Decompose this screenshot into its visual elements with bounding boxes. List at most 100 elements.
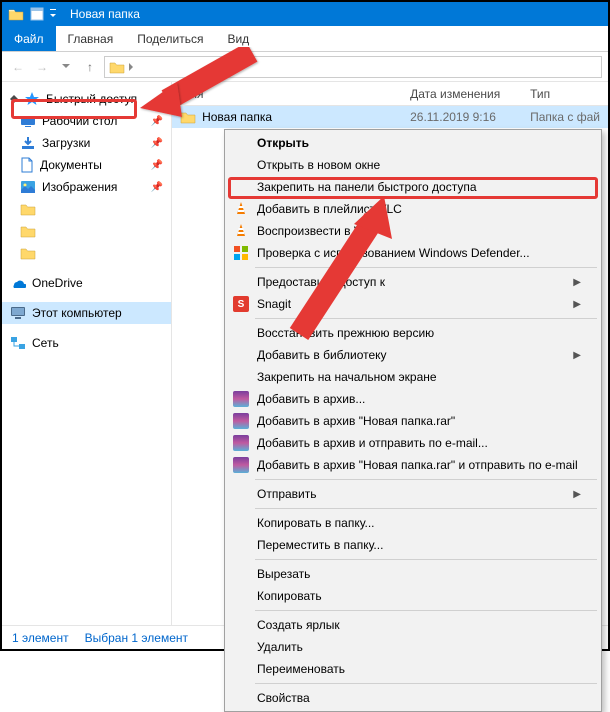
- snagit-icon: S: [233, 296, 249, 312]
- file-date: 26.11.2019 9:16: [402, 110, 522, 124]
- address-bar: ← → ↑: [2, 52, 608, 82]
- onedrive-icon: [10, 277, 26, 289]
- ctx-properties[interactable]: Свойства: [227, 687, 599, 709]
- submenu-arrow-icon: ▶: [573, 277, 581, 288]
- ctx-pin-start[interactable]: Закрепить на начальном экране: [227, 366, 599, 388]
- tree-pictures[interactable]: Изображения 📌: [2, 176, 171, 198]
- submenu-arrow-icon: ▶: [573, 299, 581, 310]
- ctx-rar-add-name[interactable]: Добавить в архив "Новая папка.rar": [227, 410, 599, 432]
- ctx-open-new-window[interactable]: Открыть в новом окне: [227, 154, 599, 176]
- winrar-icon: [233, 435, 249, 451]
- documents-icon: [20, 157, 34, 173]
- ctx-sendto[interactable]: Отправить▶: [227, 483, 599, 505]
- nav-recent-button[interactable]: [56, 57, 76, 77]
- file-row[interactable]: Новая папка 26.11.2019 9:16 Папка с фай: [172, 106, 608, 128]
- ctx-rar-mail-name[interactable]: Добавить в архив "Новая папка.rar" и отп…: [227, 454, 599, 476]
- folder-icon: [8, 7, 24, 21]
- ctx-copy[interactable]: Копировать: [227, 585, 599, 607]
- tab-file[interactable]: Файл: [2, 26, 56, 51]
- ctx-pin-quick-access[interactable]: Закрепить на панели быстрого доступа: [227, 176, 599, 198]
- pin-icon: 📌: [151, 182, 163, 193]
- downloads-icon: [20, 136, 36, 150]
- ctx-separator: [255, 479, 597, 480]
- tree-label: OneDrive: [32, 276, 83, 290]
- chevron-down-icon: [10, 95, 18, 103]
- qat-dropdown-icon[interactable]: [50, 7, 56, 21]
- pictures-icon: [20, 180, 36, 194]
- tree-downloads[interactable]: Загрузки 📌: [2, 132, 171, 154]
- col-name[interactable]: Имя: [172, 87, 402, 101]
- tab-share[interactable]: Поделиться: [125, 26, 215, 51]
- titlebar: Новая папка: [2, 2, 608, 26]
- ctx-rar-mail[interactable]: Добавить в архив и отправить по e-mail..…: [227, 432, 599, 454]
- ctx-vlc-play[interactable]: Воспроизвести в VLC: [227, 220, 599, 242]
- ctx-separator: [255, 318, 597, 319]
- column-headers: Имя Дата изменения Тип: [172, 82, 608, 106]
- ctx-cut[interactable]: Вырезать: [227, 563, 599, 585]
- network-icon: [10, 336, 26, 350]
- submenu-arrow-icon: ▶: [573, 350, 581, 361]
- tree-label: Быстрый доступ: [46, 92, 137, 106]
- tree-documents[interactable]: Документы 📌: [2, 154, 171, 176]
- nav-forward-button[interactable]: →: [32, 57, 52, 77]
- ctx-add-library[interactable]: Добавить в библиотеку▶: [227, 344, 599, 366]
- ctx-separator: [255, 610, 597, 611]
- ctx-separator: [255, 559, 597, 560]
- ctx-restore-version[interactable]: Восстановить прежнюю версию: [227, 322, 599, 344]
- chevron-right-icon: [129, 63, 134, 71]
- tab-home[interactable]: Главная: [56, 26, 126, 51]
- ctx-share-access[interactable]: Предоставить доступ к▶: [227, 271, 599, 293]
- winrar-icon: [233, 391, 249, 407]
- tree-onedrive[interactable]: OneDrive: [2, 272, 171, 294]
- nav-back-button[interactable]: ←: [8, 57, 28, 77]
- tab-view[interactable]: Вид: [215, 26, 261, 51]
- tree-desktop[interactable]: Рабочий стол 📌: [2, 110, 171, 132]
- ctx-open[interactable]: Открыть: [227, 132, 599, 154]
- pc-icon: [10, 306, 26, 320]
- folder-icon: [180, 110, 196, 124]
- tree-network[interactable]: Сеть: [2, 332, 171, 354]
- ctx-separator: [255, 508, 597, 509]
- vlc-icon: [233, 201, 249, 217]
- tree-label: Сеть: [32, 336, 59, 350]
- status-selection: Выбран 1 элемент: [85, 631, 188, 645]
- ctx-rar-add[interactable]: Добавить в архив...: [227, 388, 599, 410]
- defender-icon: [233, 245, 249, 261]
- tree-label: Загрузки: [42, 136, 90, 150]
- context-menu: Открыть Открыть в новом окне Закрепить н…: [224, 129, 602, 712]
- star-icon: [24, 91, 40, 107]
- properties-icon[interactable]: [30, 7, 44, 21]
- ctx-move-to[interactable]: Переместить в папку...: [227, 534, 599, 556]
- pin-icon: 📌: [151, 138, 163, 149]
- winrar-icon: [233, 457, 249, 473]
- col-type[interactable]: Тип: [522, 87, 608, 101]
- desktop-icon: [20, 114, 36, 128]
- tree-label: Изображения: [42, 180, 117, 194]
- tree-label: Этот компьютер: [32, 306, 122, 320]
- tree-this-pc[interactable]: Этот компьютер: [2, 302, 171, 324]
- quick-access-toolbar: [30, 7, 56, 21]
- tree-label: Рабочий стол: [42, 114, 117, 128]
- ctx-vlc-add[interactable]: Добавить в плейлист VLC: [227, 198, 599, 220]
- nav-up-button[interactable]: ↑: [80, 57, 100, 77]
- tree-quick-access[interactable]: Быстрый доступ: [2, 88, 171, 110]
- tree-folder-generic[interactable]: [2, 220, 171, 242]
- ctx-snagit[interactable]: SSnagit▶: [227, 293, 599, 315]
- col-date[interactable]: Дата изменения: [402, 87, 522, 101]
- tree-folder-generic[interactable]: [2, 198, 171, 220]
- pin-icon: 📌: [151, 160, 163, 171]
- address-box[interactable]: [104, 56, 602, 78]
- vlc-icon: [233, 223, 249, 239]
- ctx-copy-to[interactable]: Копировать в папку...: [227, 512, 599, 534]
- ctx-defender[interactable]: Проверка с использованием Windows Defend…: [227, 242, 599, 264]
- window-title: Новая папка: [70, 7, 140, 21]
- ctx-separator: [255, 683, 597, 684]
- folder-icon: [109, 60, 125, 74]
- tree-folder-generic[interactable]: [2, 242, 171, 264]
- ctx-shortcut[interactable]: Создать ярлык: [227, 614, 599, 636]
- ctx-rename[interactable]: Переименовать: [227, 658, 599, 680]
- submenu-arrow-icon: ▶: [573, 489, 581, 500]
- winrar-icon: [233, 413, 249, 429]
- ctx-delete[interactable]: Удалить: [227, 636, 599, 658]
- pin-icon: 📌: [151, 116, 163, 127]
